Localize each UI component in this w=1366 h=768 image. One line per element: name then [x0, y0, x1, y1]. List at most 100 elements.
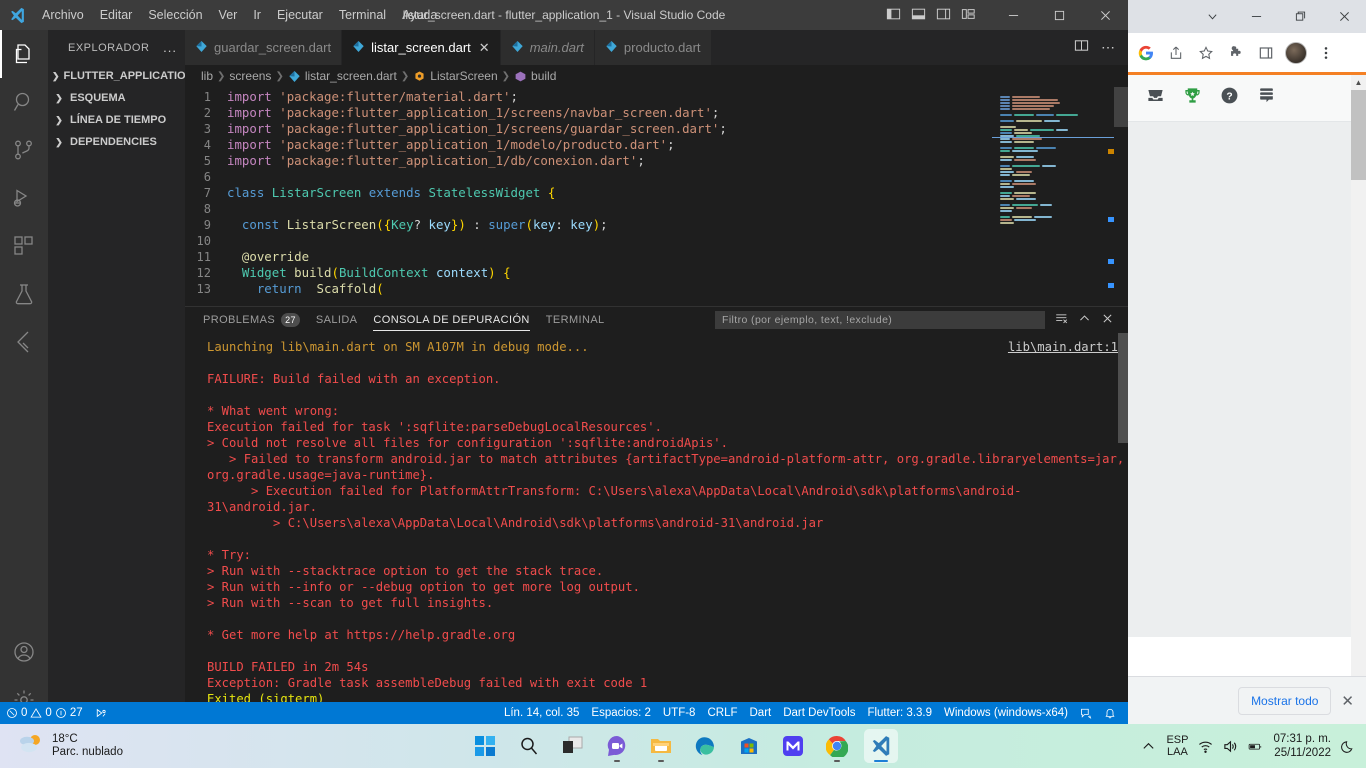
minimap[interactable] — [992, 87, 1114, 306]
breadcrumb-item-1[interactable]: screens — [229, 69, 271, 83]
status-flutter-version[interactable]: Flutter: 3.3.9 — [861, 702, 938, 724]
task-view-icon[interactable] — [556, 729, 590, 763]
status-platform[interactable]: Windows (windows-x64) — [938, 702, 1074, 724]
scrollbar-thumb[interactable] — [1114, 87, 1128, 127]
debug-console-output[interactable]: Launching lib\main.dart on SM A107M in d… — [185, 333, 1128, 704]
status-encoding[interactable]: UTF-8 — [657, 702, 702, 724]
breadcrumb-item-4[interactable]: build — [514, 69, 556, 83]
edge-icon[interactable] — [688, 729, 722, 763]
clear-console-icon[interactable] — [1055, 312, 1068, 328]
console-filter-input[interactable]: Filtro (por ejemplo, text, !exclude) — [715, 311, 1045, 329]
toggle-secondary-sidebar-icon[interactable] — [936, 7, 951, 24]
editor-vertical-scrollbar[interactable] — [1114, 87, 1128, 306]
tab-terminal[interactable]: TERMINAL — [546, 307, 605, 333]
editor-tab-main-dart[interactable]: main.dart — [500, 30, 595, 65]
editor-more-actions-icon[interactable]: ⋯ — [1101, 39, 1116, 56]
help-circle-icon[interactable]: ? — [1220, 86, 1239, 110]
maximize-panel-icon[interactable] — [1078, 312, 1091, 328]
tab-salida[interactable]: SALIDA — [316, 307, 358, 333]
microsoft-store-icon[interactable] — [732, 729, 766, 763]
language-indicator[interactable]: ESP LAA — [1166, 734, 1188, 758]
editor-tab-producto-dart[interactable]: producto.dart — [594, 30, 712, 65]
status-problems[interactable]: 0 0 27 — [0, 702, 89, 724]
battery-icon[interactable] — [1248, 739, 1263, 754]
menu-ayuda[interactable]: Ayuda — [394, 4, 445, 26]
google-search-icon[interactable] — [1132, 39, 1160, 67]
console-source-link[interactable]: lib\main.dart:1 — [1008, 339, 1118, 355]
scroll-up-arrow-icon[interactable]: ▲ — [1351, 75, 1366, 90]
menu-ver[interactable]: Ver — [211, 4, 246, 26]
search-icon[interactable] — [512, 729, 546, 763]
status-eol[interactable]: CRLF — [701, 702, 743, 724]
status-indentation[interactable]: Espacios: 2 — [585, 702, 656, 724]
start-button[interactable] — [468, 729, 502, 763]
extensions-puzzle-icon[interactable] — [1222, 39, 1250, 67]
menu-ejecutar[interactable]: Ejecutar — [269, 4, 331, 26]
menu-terminal[interactable]: Terminal — [331, 4, 394, 26]
editor-tab-guardar_screen-dart[interactable]: guardar_screen.dart — [185, 30, 343, 65]
wifi-icon[interactable] — [1198, 739, 1213, 754]
inbox-icon[interactable] — [1146, 86, 1165, 110]
chrome-close-button[interactable] — [1322, 0, 1366, 33]
menu-archivo[interactable]: Archivo — [34, 4, 92, 26]
sidebar-section-dependencies[interactable]: ❯ DEPENDENCIES — [48, 131, 185, 153]
chrome-restore-button[interactable] — [1278, 0, 1322, 33]
status-feedback-icon[interactable] — [1074, 702, 1098, 724]
tab-consola-de-depuracion[interactable]: CONSOLA DE DEPURACIÓN — [373, 307, 531, 333]
close-panel-icon[interactable] — [1101, 312, 1114, 328]
scrollbar-thumb[interactable] — [1118, 333, 1128, 443]
status-language-mode[interactable]: Dart — [744, 702, 778, 724]
avatar[interactable] — [1282, 39, 1310, 67]
customize-layout-icon[interactable] — [961, 7, 976, 24]
split-editor-icon[interactable] — [1074, 38, 1089, 58]
activity-account-icon[interactable] — [0, 628, 48, 676]
file-explorer-icon[interactable] — [644, 729, 678, 763]
weather-widget[interactable]: 18°C Parc. nublado — [0, 732, 123, 761]
show-all-downloads-button[interactable]: Mostrar todo — [1238, 686, 1332, 715]
mega-icon[interactable] — [776, 729, 810, 763]
bookmark-star-icon[interactable] — [1192, 39, 1220, 67]
stack-exchange-icon[interactable] — [1257, 86, 1276, 110]
share-icon[interactable] — [1162, 39, 1190, 67]
activity-testing-icon[interactable] — [0, 270, 48, 318]
scrollbar-thumb[interactable] — [1351, 90, 1366, 180]
chrome-icon[interactable] — [820, 729, 854, 763]
breadcrumb-item-0[interactable]: lib — [201, 69, 213, 83]
achievements-trophy-icon[interactable] — [1183, 86, 1202, 110]
close-downloads-bar-icon[interactable]: ✕ — [1341, 692, 1354, 710]
clock[interactable]: 07:31 p. m. 25/11/2022 — [1273, 732, 1331, 760]
sidebar-section-linea-de-tiempo[interactable]: ❯ LÍNEA DE TIEMPO — [48, 109, 185, 131]
menu-editar[interactable]: Editar — [92, 4, 141, 26]
sidebar-section-esquema[interactable]: ❯ ESQUEMA — [48, 87, 185, 109]
minimize-button[interactable] — [990, 0, 1036, 30]
activity-run-debug-icon[interactable] — [0, 174, 48, 222]
menu-seleccion[interactable]: Selección — [140, 4, 210, 26]
sidebar-section-project[interactable]: ❯ FLUTTER_APPLICATION_1 — [48, 65, 206, 87]
toggle-primary-sidebar-icon[interactable] — [886, 7, 901, 24]
maximize-button[interactable] — [1036, 0, 1082, 30]
side-panel-icon[interactable] — [1252, 39, 1280, 67]
status-flutter-device-icon[interactable] — [89, 702, 113, 724]
close-button[interactable] — [1082, 0, 1128, 30]
chrome-minimize-button[interactable] — [1234, 0, 1278, 33]
activity-explorer-icon[interactable] — [0, 30, 48, 78]
breadcrumb-item-3[interactable]: ListarScreen — [413, 69, 498, 83]
status-cursor-position[interactable]: Lín. 14, col. 35 — [498, 702, 585, 724]
editor-tab-listar_screen-dart[interactable]: listar_screen.dart ✕ — [342, 30, 501, 65]
console-scrollbar[interactable] — [1118, 333, 1128, 704]
volume-icon[interactable] — [1223, 739, 1238, 754]
chrome-menu-icon[interactable] — [1312, 39, 1340, 67]
breadcrumb-item-2[interactable]: listar_screen.dart — [288, 69, 397, 83]
toggle-panel-icon[interactable] — [911, 7, 926, 24]
page-scrollbar[interactable]: ▲ — [1351, 75, 1366, 724]
tab-close-icon[interactable]: ✕ — [479, 40, 490, 56]
menu-ir[interactable]: Ir — [245, 4, 269, 26]
explorer-more-icon[interactable]: ... — [163, 40, 177, 55]
status-notifications-bell-icon[interactable] — [1098, 702, 1122, 724]
teams-chat-icon[interactable] — [600, 729, 634, 763]
vscode-icon[interactable] — [864, 729, 898, 763]
activity-extensions-icon[interactable] — [0, 222, 48, 270]
show-hidden-icons-chevron-icon[interactable] — [1141, 739, 1156, 754]
activity-source-control-icon[interactable] — [0, 126, 48, 174]
status-dart-devtools[interactable]: Dart DevTools — [777, 702, 861, 724]
